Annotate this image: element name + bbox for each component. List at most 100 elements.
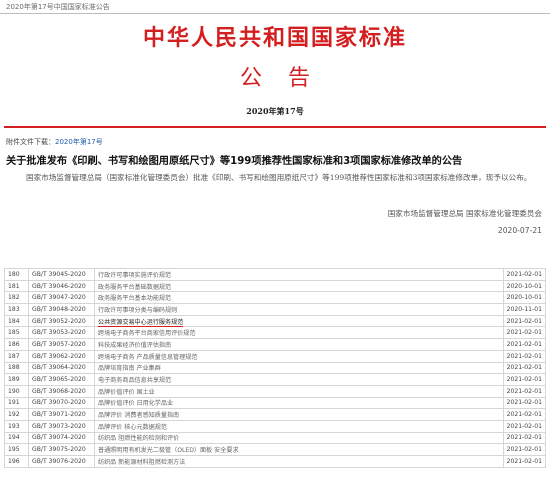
standard-name[interactable]: 政务服务平台基本功能规范 bbox=[94, 291, 504, 305]
row-number-text: 184 bbox=[8, 317, 20, 325]
standard-code: GB/T 39062-2020 bbox=[28, 349, 95, 363]
top-divider bbox=[0, 13, 550, 14]
row-number: 194 bbox=[4, 431, 29, 445]
table-row: 182 GB/T 39047-2020 政务服务平台基本功能规范 2020-10-01 bbox=[4, 291, 547, 305]
row-number-text: 180 bbox=[8, 270, 20, 278]
table-row: 183 GB/T 39048-2020 行政许可事项分类与编码规则 2020-11-0… bbox=[4, 303, 547, 316]
standard-name-text: 政务服务平台基础数据规范 bbox=[98, 283, 172, 291]
row-number: 191 bbox=[4, 396, 29, 410]
standard-name-text: 纺织品 新能源材料阻燃检测方法 bbox=[98, 458, 186, 466]
effective-date: 2020-11-01 bbox=[502, 303, 547, 316]
effective-date-text: 2021-02-01 bbox=[506, 422, 542, 430]
row-number: 193 bbox=[4, 419, 29, 433]
effective-date-text: 2021-02-01 bbox=[506, 411, 542, 419]
row-number-text: 183 bbox=[8, 305, 20, 313]
standard-name-text: 品牌价值评价 日用化学品业 bbox=[98, 400, 174, 408]
table-row: 193 GB/T 39073-2020 品牌评价 核心元数据规范 2021-02-01 bbox=[4, 419, 547, 433]
row-number: 181 bbox=[4, 279, 29, 293]
standard-code: GB/T 39071-2020 bbox=[28, 408, 95, 421]
announcement-heading: 公告 bbox=[239, 66, 336, 91]
standard-name[interactable]: 纺织品 阻燃性能的检测和评价 bbox=[94, 431, 504, 445]
effective-date-text: 2021-02-01 bbox=[506, 352, 542, 360]
standard-name[interactable]: 公共资源交易中心运行服务规范 bbox=[94, 314, 504, 328]
standard-code-text: GB/T 39073-2020 bbox=[32, 422, 86, 430]
standard-name-text: 品牌评价 消费者感知质量指南 bbox=[98, 412, 180, 420]
article-body: 国家市场监督管理总局（国家标准化管理委员会）批准《印刷、书写和绘图用原纸尺寸》等… bbox=[26, 173, 532, 182]
standard-name-text: 政务服务平台基本功能规范 bbox=[98, 295, 172, 303]
standard-code: GB/T 39070-2020 bbox=[28, 396, 95, 410]
effective-date-text: 2021-02-01 bbox=[506, 364, 542, 372]
attachment-label: 附件文件下载： bbox=[6, 138, 55, 146]
row-number-text: 190 bbox=[8, 387, 20, 395]
table-row: 180 GB/T 39045-2020 行政许可事项实施评价规范 2021-02-01 bbox=[4, 268, 547, 281]
page-tab-title: 2020年第17号中国国家标准公告 bbox=[6, 3, 110, 11]
standard-title: 中华人民共和国国家标准 bbox=[142, 25, 407, 51]
standard-code: GB/T 39064-2020 bbox=[28, 361, 95, 375]
standard-name-text: 电子商务商品信息共享规范 bbox=[98, 377, 172, 385]
effective-date-text: 2020-10-01 bbox=[506, 294, 542, 302]
standard-name[interactable]: 行政许可事项实施评价规范 bbox=[94, 268, 504, 281]
row-number: 195 bbox=[4, 443, 29, 456]
effective-date: 2021-02-01 bbox=[502, 384, 547, 398]
effective-date-text: 2021-02-01 bbox=[506, 457, 542, 465]
standard-name[interactable]: 品牌评价 消费者感知质量指南 bbox=[94, 408, 504, 421]
standard-name[interactable]: 跨境电子商务 产品质量信息管理规范 bbox=[94, 349, 504, 363]
effective-date: 2021-02-01 bbox=[502, 338, 547, 351]
table-row: 192 GB/T 39071-2020 品牌评价 消费者感知质量指南 2021-02-… bbox=[4, 408, 547, 421]
standard-code: GB/T 39047-2020 bbox=[28, 291, 95, 305]
row-number: 185 bbox=[4, 326, 29, 340]
row-number: 189 bbox=[4, 373, 29, 386]
effective-date: 2021-02-01 bbox=[502, 396, 547, 410]
standard-name[interactable]: 电子商务商品信息共享规范 bbox=[94, 373, 504, 386]
standard-name-text: 跨境电子商务 产品质量信息管理规范 bbox=[98, 353, 198, 361]
row-number-text: 194 bbox=[8, 434, 20, 442]
standard-code-text: GB/T 39057-2020 bbox=[32, 340, 86, 348]
red-divider bbox=[4, 126, 546, 128]
effective-date: 2021-02-01 bbox=[502, 349, 547, 363]
table-row: 187 GB/T 39062-2020 跨境电子商务 产品质量信息管理规范 2021-… bbox=[4, 349, 547, 363]
standard-code: GB/T 39046-2020 bbox=[28, 279, 95, 293]
effective-date: 2020-10-01 bbox=[502, 279, 547, 293]
row-number-text: 182 bbox=[8, 294, 20, 302]
standard-name[interactable]: 行政许可事项分类与编码规则 bbox=[94, 303, 504, 316]
standard-code: GB/T 39075-2020 bbox=[28, 443, 95, 456]
attachment-link[interactable]: 2020年第17号 bbox=[55, 138, 103, 146]
row-number: 184 bbox=[4, 314, 29, 328]
standard-name[interactable]: 普通照明用有机发光二极管（OLED）面板 安全要求 bbox=[94, 443, 504, 456]
standard-name-text: 普通照明用有机发光二极管（OLED）面板 安全要求 bbox=[98, 447, 239, 455]
row-number-text: 185 bbox=[8, 329, 20, 337]
standard-code-text: GB/T 39068-2020 bbox=[32, 387, 86, 395]
standard-name-text: 公共资源交易中心运行服务规范 bbox=[98, 318, 184, 327]
effective-date-text: 2021-02-01 bbox=[506, 317, 542, 325]
standard-code-text: GB/T 39065-2020 bbox=[32, 376, 86, 384]
standard-name[interactable]: 纺织品 新能源材料阻燃检测方法 bbox=[94, 455, 504, 468]
effective-date: 2021-02-01 bbox=[502, 455, 547, 468]
standard-code: GB/T 39052-2020 bbox=[28, 314, 95, 328]
standard-name[interactable]: 科技成果经济价值评估指南 bbox=[94, 338, 504, 351]
standard-name[interactable]: 品牌评价 核心元数据规范 bbox=[94, 419, 504, 433]
standard-name[interactable]: 品牌培育指南 产业集群 bbox=[94, 361, 504, 375]
standards-table: 180 GB/T 39045-2020 行政许可事项实施评价规范 2021-02-01… bbox=[4, 268, 547, 468]
effective-date: 2020-10-01 bbox=[502, 291, 547, 305]
table-row: 181 GB/T 39046-2020 政务服务平台基础数据规范 2020-10-01 bbox=[4, 279, 547, 293]
standard-code: GB/T 39065-2020 bbox=[28, 373, 95, 386]
row-number-text: 187 bbox=[8, 352, 20, 360]
standard-code-text: GB/T 39064-2020 bbox=[32, 364, 86, 372]
standard-name[interactable]: 政务服务平台基础数据规范 bbox=[94, 279, 504, 293]
standard-code-text: GB/T 39052-2020 bbox=[32, 317, 86, 325]
standard-code-text: GB/T 39074-2020 bbox=[32, 434, 86, 442]
effective-date-text: 2021-02-01 bbox=[506, 329, 542, 337]
standard-name[interactable]: 品牌价值评价 国土业 bbox=[94, 384, 504, 398]
article-date: 2020-07-21 bbox=[497, 226, 542, 235]
effective-date-text: 2021-02-01 bbox=[506, 340, 542, 348]
row-number-text: 195 bbox=[8, 446, 20, 454]
row-number: 186 bbox=[4, 338, 29, 351]
standard-name[interactable]: 品牌价值评价 日用化学品业 bbox=[94, 396, 504, 410]
standard-name[interactable]: 跨境电子商务平台商家信用评价规范 bbox=[94, 326, 504, 340]
effective-date: 2021-02-01 bbox=[502, 361, 547, 375]
effective-date-text: 2020-11-01 bbox=[506, 305, 542, 313]
table-row: 195 GB/T 39075-2020 普通照明用有机发光二极管（OLED）面板 安… bbox=[4, 443, 547, 456]
standard-name-text: 行政许可事项分类与编码规则 bbox=[98, 306, 178, 314]
standard-code: GB/T 39073-2020 bbox=[28, 419, 95, 433]
table-row: 196 GB/T 39076-2020 纺织品 新能源材料阻燃检测方法 2021-02… bbox=[4, 455, 547, 468]
